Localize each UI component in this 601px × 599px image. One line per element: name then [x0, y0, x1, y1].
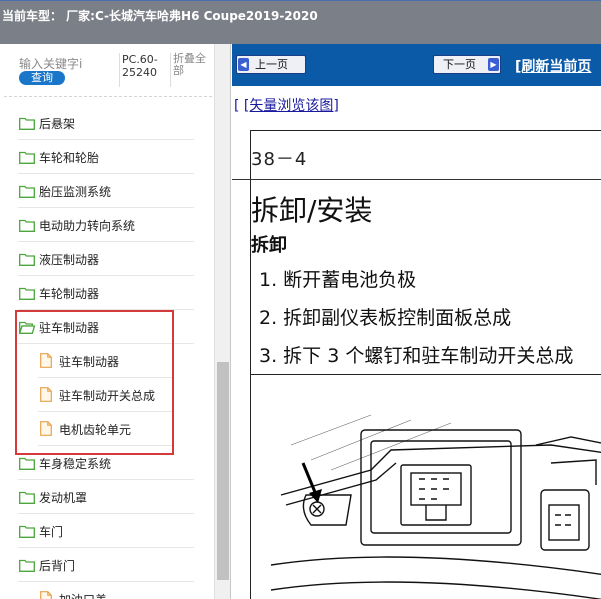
- tree-leaf-item[interactable]: 加油口盖: [0, 582, 214, 599]
- tree-folder-item[interactable]: 电动助力转向系统: [0, 208, 214, 242]
- folder-icon: [19, 185, 35, 201]
- folder-icon: [19, 219, 35, 235]
- tree-item-label: 车轮制动器: [39, 287, 100, 301]
- section-heading: 拆卸: [251, 235, 287, 256]
- tree-item-label: 车门: [39, 525, 64, 539]
- page-number: 38－4: [251, 149, 308, 170]
- tree-item-label: 后悬架: [39, 117, 76, 131]
- next-page-button[interactable]: 下一页 ▶: [433, 55, 501, 74]
- tree-folder-item[interactable]: 发动机罩: [0, 480, 214, 514]
- vector-link-prefix: [: [234, 98, 240, 114]
- divider: [4, 96, 212, 97]
- search-area: 查询 PC.60-25240 折叠全部: [0, 44, 214, 96]
- tree-item-label: 发动机罩: [39, 491, 88, 505]
- tree-folder-item[interactable]: 车轮制动器: [0, 276, 214, 310]
- parking-brake-switch-diagram: [270, 414, 601, 599]
- folder-icon: [19, 491, 35, 507]
- folder-icon: [19, 525, 35, 541]
- folder-icon: [19, 117, 35, 133]
- content-pane: ◀ 上一页 下一页 ▶ [刷新当前页 [ [矢量浏览该图] 38－4 拆卸/安装…: [232, 44, 601, 599]
- scrollbar-thumb[interactable]: [217, 362, 229, 580]
- pc-code-label: PC.60-25240: [119, 53, 165, 87]
- vector-link-label: [矢量浏览该图]: [243, 98, 339, 114]
- next-page-label: 下一页: [443, 58, 476, 71]
- tree-item-label: 液压制动器: [39, 253, 100, 267]
- diagram-figure: [250, 374, 601, 599]
- step-item: 1. 断开蓄电池负极: [259, 269, 417, 291]
- divider: [232, 179, 601, 180]
- step-list: 1. 断开蓄电池负极 2. 拆卸副仪表板控制面板总成 3. 拆下 3 个螺钉和驻…: [259, 265, 573, 379]
- sidebar-scrollbar[interactable]: [214, 44, 230, 599]
- step-item: 2. 拆卸副仪表板控制面板总成: [259, 307, 512, 329]
- vector-view-link[interactable]: [ [矢量浏览该图]: [234, 95, 339, 115]
- highlight-box: [15, 310, 174, 455]
- page-title: 拆卸/安装: [251, 194, 373, 227]
- arrow-left-icon: ◀: [238, 58, 249, 71]
- prev-page-button[interactable]: ◀ 上一页: [236, 55, 306, 74]
- tree-folder-item[interactable]: 车门: [0, 514, 214, 548]
- page-navbar: ◀ 上一页 下一页 ▶ [刷新当前页: [232, 44, 601, 86]
- folder-icon: [19, 287, 35, 303]
- folder-icon: [19, 457, 35, 473]
- tree-item-label: 车身稳定系统: [39, 457, 112, 471]
- folder-icon: [19, 151, 35, 167]
- prev-page-label: 上一页: [255, 58, 288, 71]
- tree-folder-item[interactable]: 车轮和轮胎: [0, 140, 214, 174]
- tree-item-label: 胎压监测系统: [39, 185, 112, 199]
- folder-icon: [19, 253, 35, 269]
- search-input[interactable]: [19, 56, 115, 72]
- tree-folder-item[interactable]: 胎压监测系统: [0, 174, 214, 208]
- search-button[interactable]: 查询: [19, 71, 65, 85]
- tree-folder-item[interactable]: 液压制动器: [0, 242, 214, 276]
- tree-item-label: 电动助力转向系统: [39, 219, 136, 233]
- arrow-right-icon: ▶: [488, 58, 499, 71]
- tree-item-label: 后背门: [39, 559, 76, 573]
- tree-item-label: 车轮和轮胎: [39, 151, 100, 165]
- tree-item-label: 加油口盖: [59, 591, 107, 599]
- tree-folder-item[interactable]: 后背门: [0, 548, 214, 582]
- sidebar: 查询 PC.60-25240 折叠全部 后悬架车轮和轮胎胎压监测系统电动助力转向…: [0, 44, 231, 599]
- current-vehicle-title: 当前车型： 厂家:C-长城汽车哈弗H6 Coupe2019-2020: [2, 9, 318, 23]
- folder-icon: [19, 559, 35, 575]
- title-bar: 当前车型： 厂家:C-长城汽车哈弗H6 Coupe2019-2020: [0, 0, 601, 44]
- collapse-all-button[interactable]: 折叠全部: [170, 53, 212, 87]
- tree-folder-item[interactable]: 后悬架: [0, 106, 214, 140]
- document-icon: [40, 591, 52, 599]
- refresh-page-link[interactable]: [刷新当前页: [515, 56, 591, 76]
